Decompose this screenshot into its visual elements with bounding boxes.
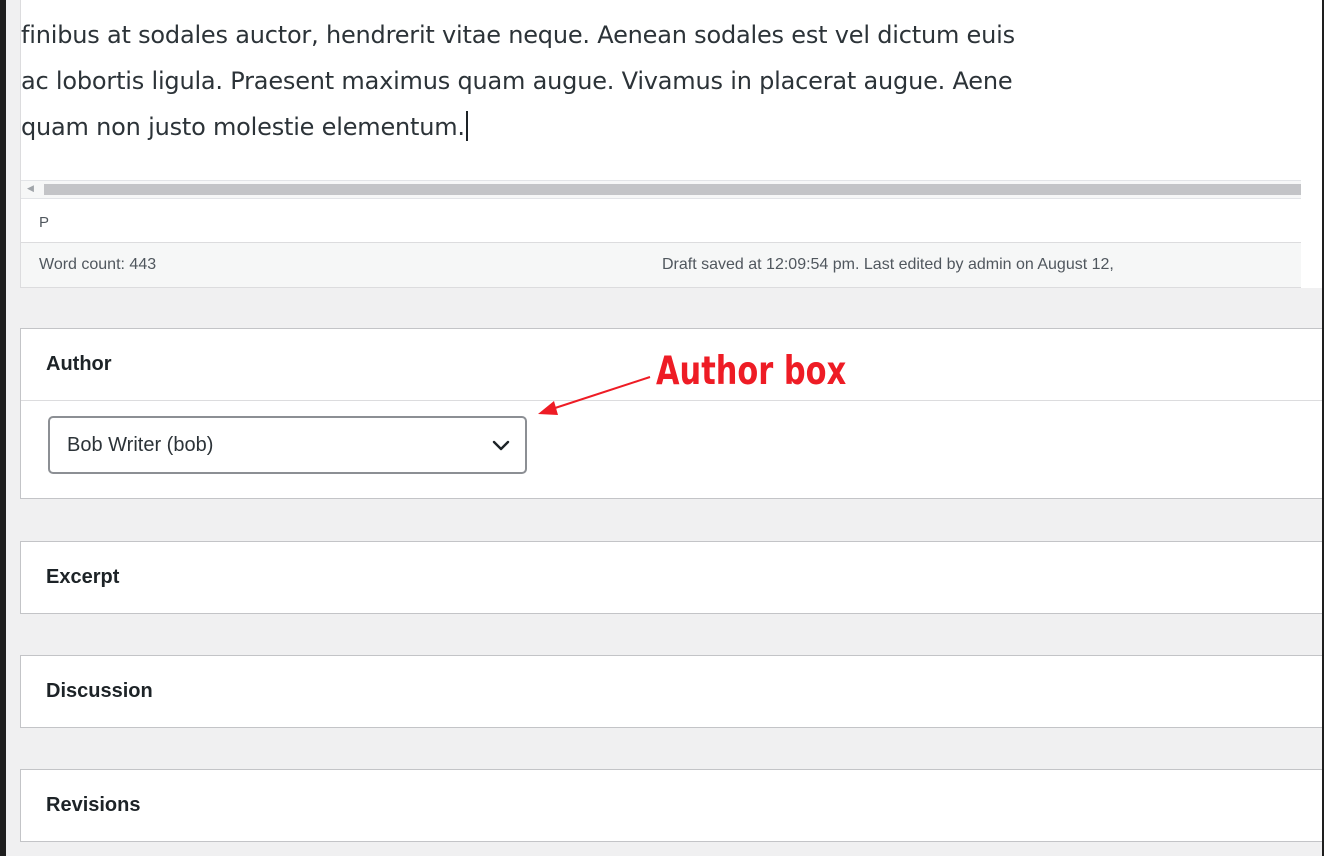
editor-status-bar: Word count: 443 Draft saved at 12:09:54 …	[21, 243, 1301, 288]
discussion-metabox-header[interactable]: Discussion	[21, 656, 1322, 728]
content-line: ac lobortis ligula. Praesent maximus qua…	[21, 67, 1013, 95]
chevron-down-icon	[492, 440, 510, 451]
revisions-metabox[interactable]: Revisions	[20, 769, 1322, 842]
annotation-label: Author box	[656, 349, 847, 394]
element-path-bar: P	[21, 199, 1301, 243]
revisions-metabox-header[interactable]: Revisions	[21, 770, 1322, 842]
excerpt-metabox-header[interactable]: Excerpt	[21, 542, 1322, 614]
frame-border-right-line	[1322, 0, 1324, 856]
text-caret	[465, 111, 468, 141]
discussion-metabox-title: Discussion	[46, 680, 153, 702]
discussion-metabox[interactable]: Discussion	[20, 655, 1322, 728]
scrollbar-thumb[interactable]	[44, 184, 1301, 195]
element-path[interactable]: P	[39, 214, 49, 231]
excerpt-metabox-title: Excerpt	[46, 566, 120, 588]
annotation-arrow-icon	[538, 376, 651, 415]
scroll-left-arrow-icon[interactable]: ◀	[27, 183, 34, 194]
content-line: quam non justo molestie elementum.	[21, 104, 1301, 150]
content-line: finibus at sodales auctor, hendrerit vit…	[21, 21, 1015, 49]
word-count: Word count: 443	[39, 256, 157, 273]
horizontal-scrollbar[interactable]: ◀	[21, 180, 1301, 199]
author-metabox-title: Author	[46, 353, 112, 375]
frame-border-left	[0, 0, 6, 856]
editor-content[interactable]: finibus at sodales auctor, hendrerit vit…	[21, 12, 1301, 150]
draft-saved-status: Draft saved at 12:09:54 pm. Last edited …	[662, 256, 1114, 273]
excerpt-metabox[interactable]: Excerpt	[20, 541, 1322, 614]
author-select-value: Bob Writer (bob)	[67, 434, 214, 456]
revisions-metabox-title: Revisions	[46, 794, 141, 816]
author-select[interactable]: Bob Writer (bob)	[48, 416, 527, 474]
